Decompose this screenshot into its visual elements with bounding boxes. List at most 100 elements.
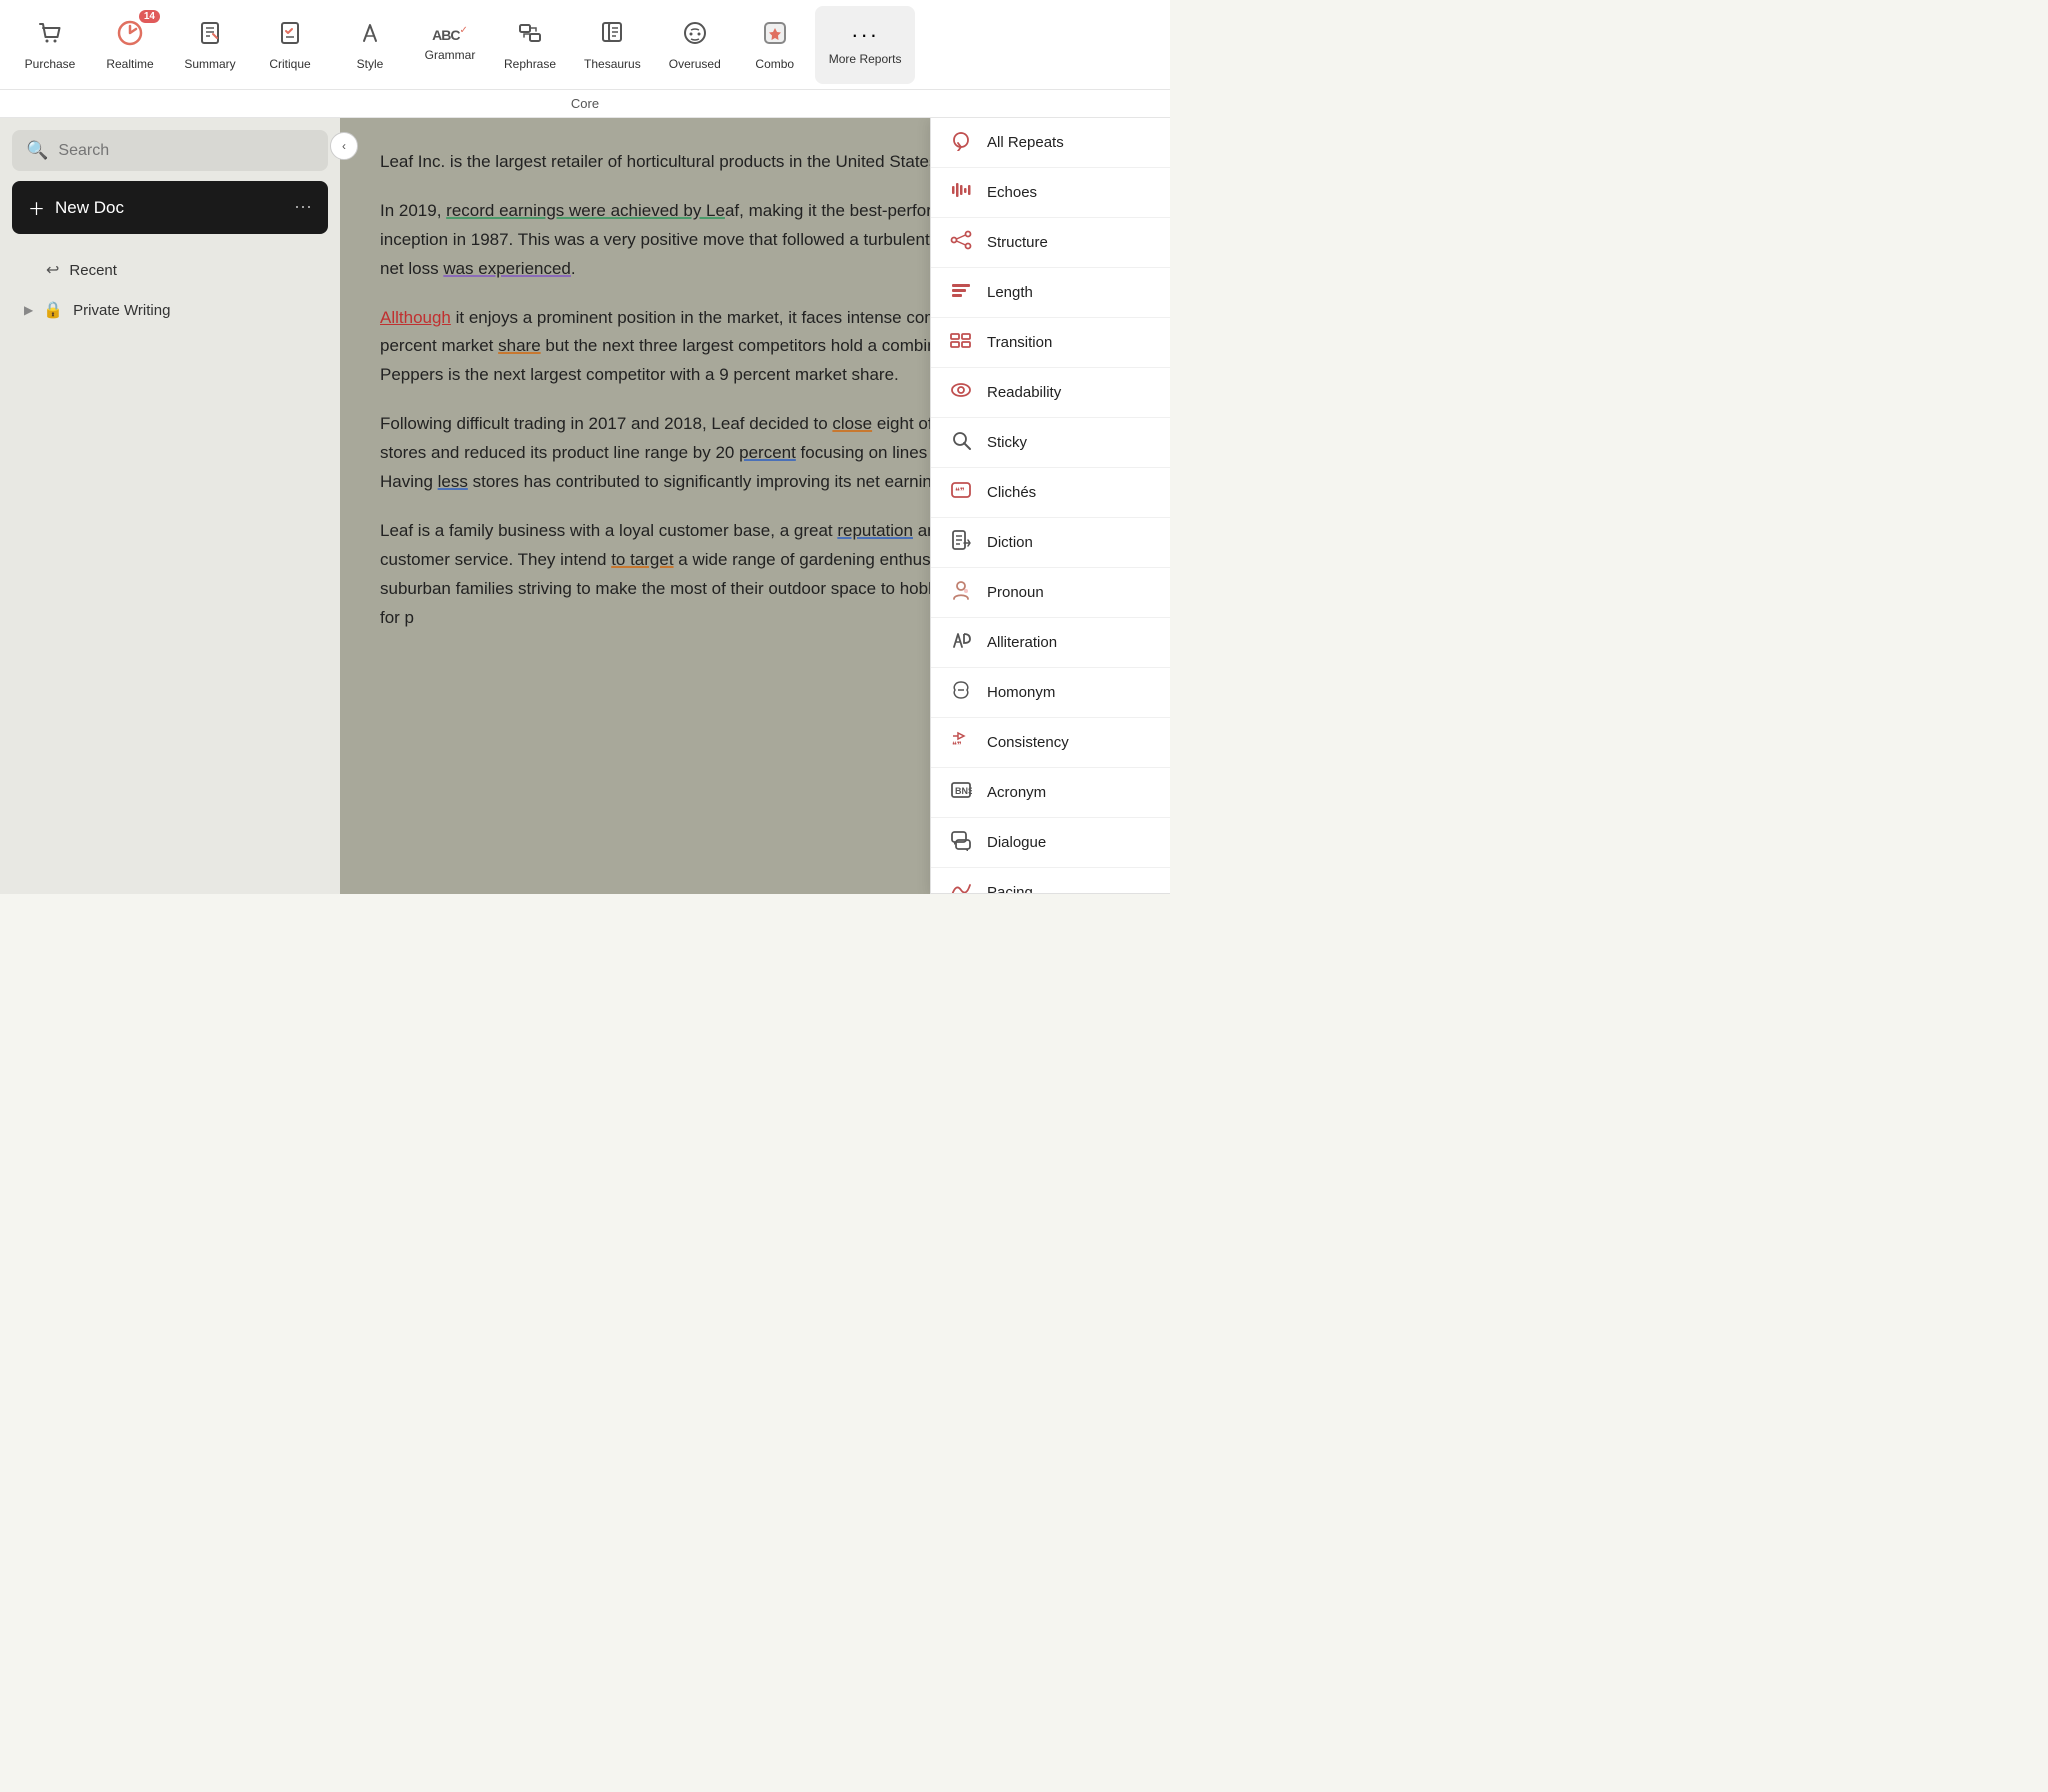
sidebar-item-recent[interactable]: ↩Recent [12, 252, 328, 288]
toolbar-item-purchase[interactable]: Purchase [10, 6, 90, 84]
highlight-was-experienced: was experienced [443, 259, 571, 278]
sidebar-nav: ↩Recent ▶ 🔒 Private Writing [12, 244, 328, 336]
overused-icon [681, 19, 709, 51]
diction-dropdown-icon [949, 529, 973, 556]
highlight-percent: percent [739, 443, 796, 462]
rephrase-icon [516, 19, 544, 51]
summary-label: Summary [184, 57, 235, 71]
dialogue-dropdown-icon [949, 829, 973, 856]
private-writing-icon: 🔒 [43, 300, 63, 320]
toolbar-item-grammar[interactable]: ABC✓Grammar [410, 6, 490, 84]
highlight-reputation: reputation [837, 521, 913, 540]
highlight-close: close [832, 414, 872, 433]
structure-dropdown-icon [949, 229, 973, 256]
recent-icon: ↩ [46, 260, 59, 280]
echoes-dropdown-icon [949, 179, 973, 206]
dropdown-item-all-repeats[interactable]: All Repeats [931, 118, 1170, 168]
combo-icon [761, 19, 789, 51]
pacing-dropdown-label: Pacing [987, 884, 1033, 894]
more-reports-icon: ··· [851, 24, 879, 46]
style-icon [356, 19, 384, 51]
private-writing-expand-arrow: ▶ [24, 303, 33, 317]
realtime-icon [116, 19, 144, 51]
toolbar-item-thesaurus[interactable]: Thesaurus [570, 6, 655, 84]
dropdown-item-sticky[interactable]: Sticky [931, 418, 1170, 468]
toolbar-item-overused[interactable]: Overused [655, 6, 735, 84]
alliteration-dropdown-label: Alliteration [987, 634, 1057, 651]
pronoun-dropdown-icon [949, 579, 973, 606]
diction-dropdown-label: Diction [987, 534, 1033, 551]
toolbar-item-rephrase[interactable]: Rephrase [490, 6, 570, 84]
summary-icon [196, 19, 224, 51]
dropdown-item-consistency[interactable]: ❝❞Consistency [931, 718, 1170, 768]
dropdown-item-dialogue[interactable]: Dialogue [931, 818, 1170, 868]
purchase-label: Purchase [25, 57, 76, 71]
dropdown-item-diction[interactable]: Diction [931, 518, 1170, 568]
highlight-to-target: to target [611, 550, 673, 569]
toolbar-item-summary[interactable]: Summary [170, 6, 250, 84]
dropdown-item-pacing[interactable]: Pacing [931, 868, 1170, 894]
new-doc-label: New Doc [55, 198, 124, 218]
search-box[interactable]: 🔍 [12, 130, 328, 171]
sidebar: 🔍 ＋ New Doc ⋯ ↩Recent ▶ 🔒 Private Writing [0, 118, 340, 894]
dropdown-item-readability[interactable]: Readability [931, 368, 1170, 418]
sticky-dropdown-icon [949, 429, 973, 456]
pacing-dropdown-icon [949, 879, 973, 894]
style-label: Style [357, 57, 384, 71]
dropdown-item-structure[interactable]: Structure [931, 218, 1170, 268]
all-repeats-dropdown-label: All Repeats [987, 134, 1064, 151]
new-doc-button[interactable]: ＋ New Doc ⋯ [12, 181, 328, 234]
toolbar-item-realtime[interactable]: Realtime14 [90, 6, 170, 84]
dropdown-item-transition[interactable]: Transition [931, 318, 1170, 368]
toolbar-item-more-reports[interactable]: ··· More Reports [815, 6, 916, 84]
toolbar-item-style[interactable]: Style [330, 6, 410, 84]
highlight-record-earnings: record earnings were achieved by Le [446, 201, 725, 220]
section-label: Core [0, 90, 1170, 118]
thesaurus-label: Thesaurus [584, 57, 641, 71]
new-doc-menu-icon[interactable]: ⋯ [294, 197, 312, 218]
plus-icon: ＋ [28, 195, 45, 220]
dropdown-item-length[interactable]: Length [931, 268, 1170, 318]
search-icon: 🔍 [26, 140, 48, 161]
dropdown-item-echoes[interactable]: Echoes [931, 168, 1170, 218]
dropdown-item-cliches[interactable]: ❝❞Clichés [931, 468, 1170, 518]
alliteration-dropdown-icon [949, 629, 973, 656]
svg-text:❝❞: ❝❞ [955, 486, 965, 496]
transition-dropdown-label: Transition [987, 334, 1052, 351]
combo-label: Combo [755, 57, 794, 71]
collapse-button[interactable]: ‹ [330, 132, 358, 160]
overused-label: Overused [669, 57, 721, 71]
sticky-dropdown-label: Sticky [987, 434, 1027, 451]
toolbar: Purchase Realtime14 Summary Critique Style AB… [0, 0, 1170, 90]
dropdown-item-pronoun[interactable]: Pronoun [931, 568, 1170, 618]
homonym-dropdown-label: Homonym [987, 684, 1055, 701]
svg-text:BNS: BNS [955, 786, 972, 796]
grammar-icon: ABC✓ [432, 28, 468, 42]
svg-text:❝❞: ❝❞ [952, 740, 962, 750]
dropdown-item-homonym[interactable]: Homonym [931, 668, 1170, 718]
readability-dropdown-label: Readability [987, 384, 1061, 401]
critique-label: Critique [269, 57, 310, 71]
more-reports-label: More Reports [829, 52, 902, 66]
editor-area: Leaf Inc. is the largest retailer of hor… [340, 118, 1170, 894]
purchase-icon [36, 19, 64, 51]
realtime-badge: 14 [139, 10, 160, 23]
homonym-dropdown-icon [949, 679, 973, 706]
toolbar-item-critique[interactable]: Critique [250, 6, 330, 84]
rephrase-label: Rephrase [504, 57, 556, 71]
readability-dropdown-icon [949, 379, 973, 406]
toolbar-item-combo[interactable]: Combo [735, 6, 815, 84]
acronym-dropdown-icon: BNS [949, 779, 973, 806]
section-label-text: Core [571, 96, 599, 111]
dropdown-item-alliteration[interactable]: Alliteration [931, 618, 1170, 668]
thesaurus-icon [598, 19, 626, 51]
critique-icon [276, 19, 304, 51]
dropdown-item-acronym[interactable]: BNS Acronym [931, 768, 1170, 818]
highlight-less: less [438, 472, 468, 491]
acronym-dropdown-label: Acronym [987, 784, 1046, 801]
transition-dropdown-icon [949, 329, 973, 356]
search-input[interactable] [58, 142, 314, 160]
pronoun-dropdown-label: Pronoun [987, 584, 1044, 601]
private-writing-label: Private Writing [73, 302, 170, 319]
sidebar-item-private-writing[interactable]: ▶ 🔒 Private Writing [12, 292, 328, 328]
